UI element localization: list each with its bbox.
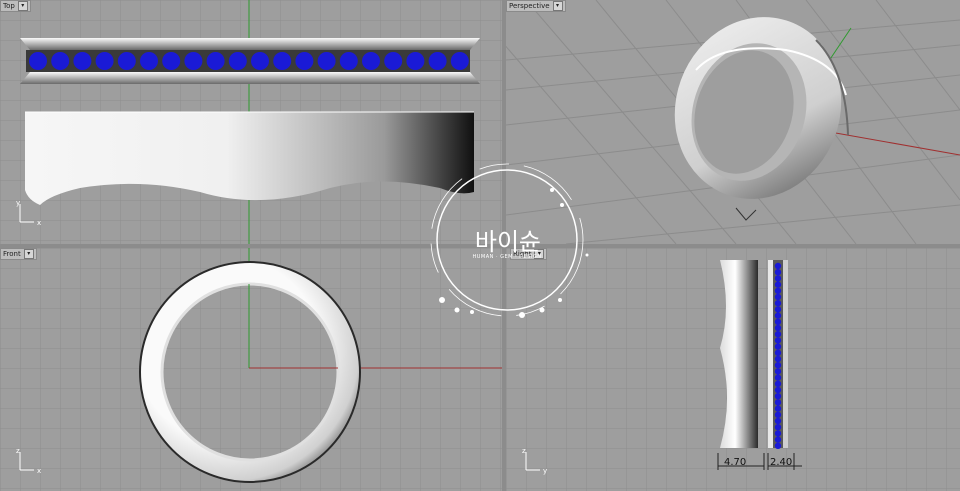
gem [774, 331, 782, 338]
gem [295, 52, 314, 70]
viewport-title-top: Top [3, 2, 15, 10]
brand-tagline: HUMAN · GEM · DESIGN [472, 254, 542, 260]
brand-watermark: 바이슌 HUMAN · GEM · DESIGN [412, 150, 602, 340]
viewport-title-front: Front [3, 250, 21, 258]
gem [117, 52, 136, 70]
gem [774, 337, 782, 344]
gem [774, 362, 782, 369]
gem [51, 52, 70, 70]
gem [774, 380, 782, 387]
gem [774, 262, 782, 270]
gem [774, 436, 782, 443]
gem [774, 349, 782, 356]
gem [774, 411, 782, 418]
gem [774, 355, 782, 363]
gem [206, 52, 225, 70]
gem [774, 293, 782, 301]
gem [73, 52, 92, 70]
gem [450, 52, 469, 70]
gem [140, 52, 158, 70]
gem [774, 318, 782, 325]
gem [228, 52, 247, 70]
band-rail-bottom [20, 72, 480, 84]
gem [251, 52, 269, 70]
gem [95, 52, 114, 70]
axis-x-label: x [37, 219, 41, 227]
gem [774, 417, 782, 425]
band-profile-wide [720, 260, 758, 448]
dimension-width-eternity: 2.40 [770, 457, 793, 468]
gem [384, 52, 403, 70]
gem [29, 52, 47, 70]
gem [774, 393, 782, 400]
dropdown-arrow-icon[interactable]: ▾ [17, 1, 28, 11]
gem [317, 52, 336, 70]
gem [774, 368, 782, 375]
gem [362, 52, 380, 70]
dropdown-arrow-icon[interactable]: ▾ [552, 1, 563, 11]
gem [774, 281, 782, 288]
gem [774, 312, 782, 319]
gem [774, 442, 782, 449]
gem [774, 287, 782, 294]
gem [428, 52, 447, 70]
dropdown-arrow-icon[interactable]: ▾ [23, 249, 34, 259]
viewport-label-perspective[interactable]: Perspective ▾ [506, 0, 566, 12]
brand-name: 바이슌 [474, 228, 542, 256]
axis-y-label: y [543, 467, 547, 475]
viewport-label-front[interactable]: Front ▾ [0, 248, 37, 260]
band-rail-top [20, 38, 480, 50]
gem [774, 386, 782, 394]
axis-z-label: z [16, 447, 20, 455]
axis-y-label: y [16, 199, 20, 207]
gem [774, 374, 782, 381]
gem [774, 275, 782, 282]
gem [774, 424, 782, 431]
dimension-width-wide: 4.70 [724, 457, 747, 468]
gem [774, 343, 782, 350]
gem [774, 269, 782, 276]
gem [774, 430, 782, 437]
viewport-label-top[interactable]: Top ▾ [0, 0, 31, 12]
gem [774, 399, 782, 406]
axis-z-label: z [522, 447, 526, 455]
gem [774, 405, 782, 412]
viewport-title-perspective: Perspective [509, 2, 550, 10]
gem [774, 300, 782, 307]
gem [406, 52, 425, 70]
gem [339, 52, 358, 70]
axis-x-label: x [37, 467, 41, 475]
gem [273, 52, 292, 70]
gem [162, 52, 181, 70]
gem [774, 324, 782, 332]
gem [184, 52, 203, 70]
gem [774, 306, 782, 313]
